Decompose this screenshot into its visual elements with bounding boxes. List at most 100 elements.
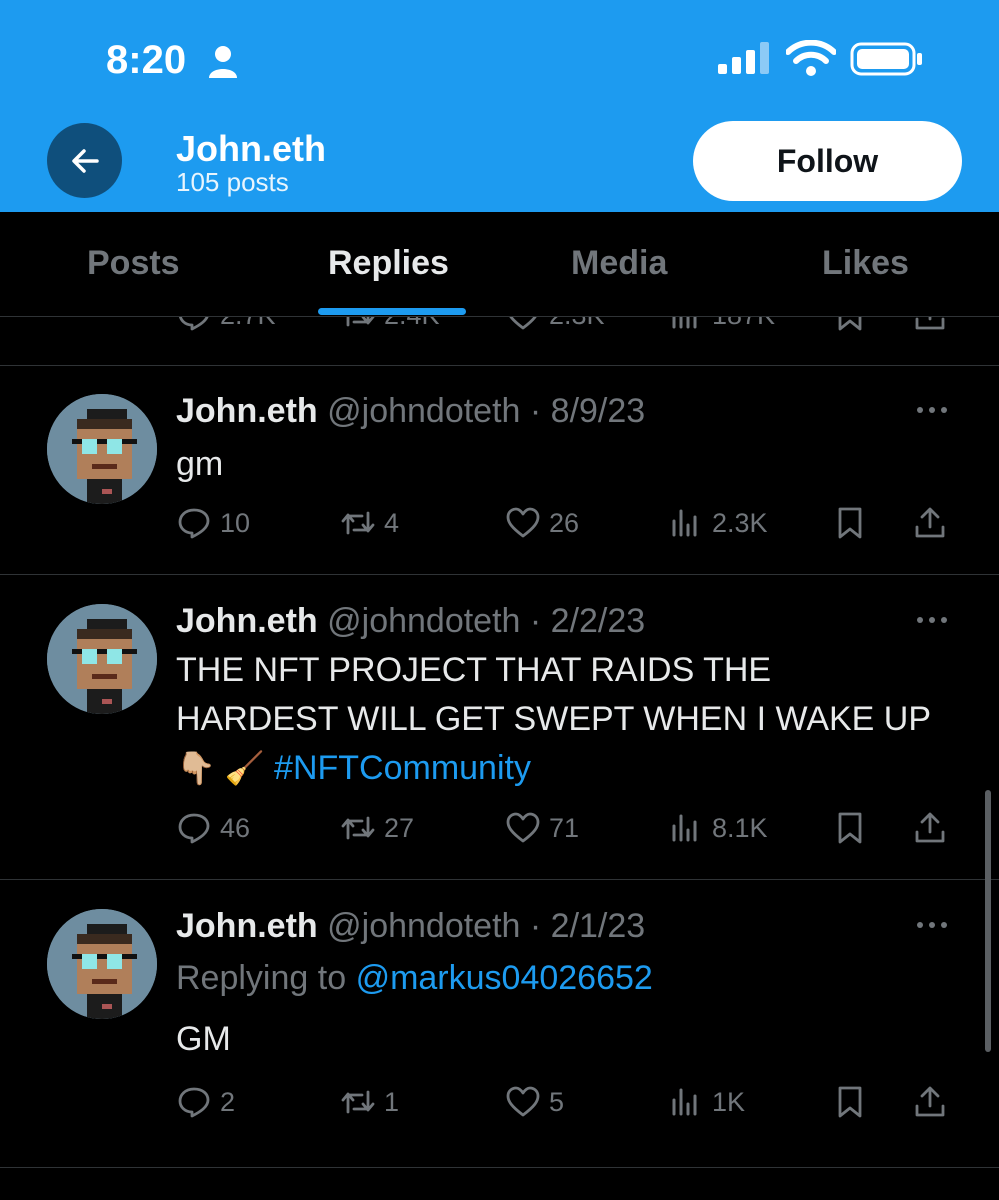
author-name[interactable]: John.eth	[176, 392, 318, 430]
profile-name: John.eth	[176, 128, 326, 169]
like-button[interactable]: 71	[505, 806, 579, 850]
repost-icon	[341, 1090, 375, 1114]
bookmark-icon	[838, 1086, 862, 1118]
repost-icon	[341, 511, 375, 535]
like-button[interactable]: 5	[505, 1080, 564, 1124]
bookmark-button[interactable]	[832, 806, 868, 850]
like-count: 2.3K	[549, 317, 605, 331]
tweet[interactable]: John.eth @johndoteth · 2/2/23 THE NFT PR…	[0, 576, 999, 880]
tweet-date[interactable]: 2/1/23	[551, 907, 646, 945]
views-count: 8.1K	[712, 812, 768, 843]
heart-icon	[506, 812, 540, 843]
like-button[interactable]: 2.3K	[505, 317, 605, 337]
tweet-actions: 46 27 71 8.1K	[0, 806, 999, 850]
tweet-date[interactable]: 8/9/23	[551, 392, 646, 430]
tweet-actions: 2 1 5 1K	[0, 1080, 999, 1124]
reply-button[interactable]: 10	[176, 501, 250, 545]
tweet-body: THE NFT PROJECT THAT RAIDS THE HARDEST W…	[176, 646, 936, 793]
avatar[interactable]	[47, 909, 157, 1019]
date-separator: ·	[520, 392, 551, 430]
profile-header: 8:20 John.eth 105 posts Follow	[0, 0, 999, 212]
heart-icon	[509, 317, 537, 330]
repost-count: 27	[384, 812, 415, 843]
views-chart-icon	[672, 814, 697, 842]
tweet[interactable]: John.eth @johndoteth · 8/9/23 gm 10 4 26…	[0, 366, 999, 575]
hashtag-link[interactable]: #NFTCommunity	[274, 749, 531, 787]
pixel-avatar-icon	[47, 604, 157, 714]
tweet-text: GM	[176, 1020, 231, 1058]
share-button[interactable]	[912, 317, 948, 337]
author-name[interactable]: John.eth	[176, 602, 318, 640]
share-icon	[915, 1086, 945, 1117]
date-separator: ·	[520, 907, 551, 945]
date-separator: ·	[520, 602, 551, 640]
reply-count: 2.7K	[220, 317, 276, 331]
share-button[interactable]	[912, 501, 948, 545]
author-handle[interactable]: @johndoteth	[327, 392, 520, 430]
repost-button[interactable]: 27	[340, 806, 414, 850]
more-options-icon[interactable]	[912, 610, 952, 630]
more-options-icon[interactable]	[912, 400, 952, 420]
reply-button[interactable]: 2	[176, 1080, 235, 1124]
tab-media[interactable]: Media	[571, 244, 667, 283]
bookmark-button[interactable]	[832, 1080, 868, 1124]
avatar[interactable]	[47, 394, 157, 504]
tab-likes[interactable]: Likes	[822, 244, 909, 283]
tab-posts[interactable]: Posts	[87, 244, 180, 283]
follow-button[interactable]: Follow	[693, 121, 962, 201]
tweet-date[interactable]: 2/2/23	[551, 602, 646, 640]
author-handle[interactable]: @johndoteth	[327, 907, 520, 945]
tab-replies[interactable]: Replies	[328, 244, 449, 283]
views-chart-icon	[672, 317, 697, 329]
cellular-signal-icon	[718, 42, 769, 74]
bookmark-button[interactable]	[832, 501, 868, 545]
replying-handle-link[interactable]: @markus04026652	[356, 959, 653, 997]
repost-count: 4	[384, 507, 400, 538]
repost-count: 2.4K	[384, 317, 440, 331]
tweet-header: John.eth @johndoteth · 8/9/23	[176, 392, 645, 431]
share-button[interactable]	[912, 1080, 948, 1124]
replying-label: Replying to	[176, 959, 347, 997]
repost-button[interactable]: 4	[340, 501, 399, 545]
scrollbar[interactable]	[985, 790, 991, 1052]
like-count: 26	[549, 507, 580, 538]
share-icon	[915, 507, 945, 538]
views-button[interactable]: 8.1K	[668, 806, 768, 850]
tweet-text: THE NFT PROJECT THAT RAIDS THE HARDEST W…	[176, 651, 931, 738]
bookmark-button[interactable]	[832, 317, 868, 337]
pixel-avatar-icon	[47, 909, 157, 1019]
views-button[interactable]: 1K	[668, 1080, 745, 1124]
tweet-actions: 10 4 26 2.3K	[0, 501, 999, 545]
reply-icon	[178, 508, 210, 539]
bookmark-icon	[838, 317, 862, 331]
tweet-header: John.eth @johndoteth · 2/2/23	[176, 602, 645, 641]
repost-icon	[346, 317, 375, 327]
battery-icon	[850, 42, 922, 76]
reply-button[interactable]: 2.7K	[176, 317, 276, 337]
like-count: 5	[549, 1086, 565, 1117]
bookmark-icon	[838, 812, 862, 844]
share-icon	[915, 317, 945, 330]
heart-icon	[506, 1086, 540, 1117]
views-count: 187K	[712, 317, 775, 331]
author-handle[interactable]: @johndoteth	[327, 602, 520, 640]
views-button[interactable]: 2.3K	[668, 501, 768, 545]
views-chart-icon	[672, 509, 697, 537]
back-button[interactable]	[47, 123, 122, 198]
reply-count: 10	[220, 507, 251, 538]
heart-icon	[506, 507, 540, 538]
tweet[interactable]: John.eth @johndoteth · 2/1/23 Replying t…	[0, 881, 999, 1168]
views-count: 2.3K	[712, 507, 768, 538]
more-options-icon[interactable]	[912, 915, 952, 935]
views-button[interactable]: 187K	[668, 317, 775, 337]
repost-button[interactable]: 2.4K	[340, 317, 440, 337]
reply-icon	[179, 317, 209, 331]
repost-button[interactable]: 1	[340, 1080, 399, 1124]
share-button[interactable]	[912, 806, 948, 850]
like-button[interactable]: 26	[505, 501, 579, 545]
reply-button[interactable]: 46	[176, 806, 250, 850]
avatar[interactable]	[47, 604, 157, 714]
author-name[interactable]: John.eth	[176, 907, 318, 945]
repost-icon	[341, 816, 375, 840]
post-count: 105 posts	[176, 167, 289, 197]
